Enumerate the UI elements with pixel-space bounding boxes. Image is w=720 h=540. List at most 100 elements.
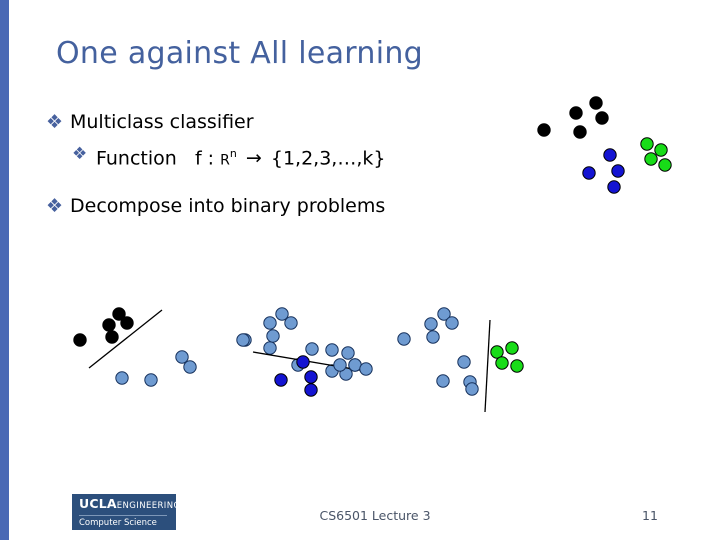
data-point — [658, 158, 672, 172]
bullet-diamond-icon: ❖ — [46, 195, 64, 218]
data-point — [333, 358, 347, 372]
logo-engineering-text: ENGINEERING — [116, 501, 181, 511]
data-point — [266, 329, 280, 343]
data-point — [465, 382, 479, 396]
data-point — [296, 355, 310, 369]
decision-boundary-line — [484, 319, 491, 413]
left-accent-stripe — [0, 0, 9, 540]
data-point — [348, 358, 362, 372]
footer-page-number: 11 — [642, 508, 658, 523]
data-point — [654, 143, 668, 157]
data-point — [510, 359, 524, 373]
data-point — [457, 355, 471, 369]
function-signature-name: f : — [194, 147, 215, 170]
series-negative-rest — [397, 307, 479, 396]
data-point — [611, 164, 625, 178]
data-point — [291, 358, 305, 372]
series-negative-rest — [115, 333, 362, 387]
logo-divider — [79, 515, 167, 516]
data-point — [183, 360, 197, 374]
data-point — [175, 350, 189, 364]
data-point — [589, 96, 603, 110]
data-point — [595, 111, 609, 125]
series-positive-blue — [274, 355, 318, 397]
logo-top-line: UCLAENGINEERING — [79, 496, 180, 513]
function-domain-exponent: n — [229, 147, 237, 160]
logo-ucla-text: UCLA — [79, 496, 117, 511]
data-point — [325, 343, 339, 357]
ucla-engineering-logo: UCLAENGINEERING Computer Science — [72, 494, 180, 530]
bullet-item-function: ❖ Function f : Rn → {1,2,3,…,k} — [46, 140, 516, 174]
data-point — [397, 332, 411, 346]
data-point — [263, 341, 277, 355]
data-point — [348, 358, 362, 372]
data-point — [274, 373, 288, 387]
data-point — [445, 316, 459, 330]
series-positive-green — [490, 341, 524, 373]
data-point — [120, 316, 134, 330]
bullet-diamond-icon: ❖ — [72, 144, 88, 164]
data-point — [325, 364, 339, 378]
chart-overview-scatter — [537, 96, 672, 194]
data-point — [263, 316, 277, 330]
data-point — [305, 342, 319, 356]
data-point — [238, 333, 252, 347]
data-point — [424, 317, 438, 331]
data-point — [582, 166, 596, 180]
data-point — [73, 333, 87, 347]
data-point — [607, 180, 621, 194]
data-point — [275, 307, 289, 321]
data-point — [115, 371, 129, 385]
bullet-item-multiclass-classifier: ❖ Multiclass classifier — [46, 108, 516, 136]
bullet-item-label: Multiclass classifier — [70, 111, 254, 133]
function-codomain: {1,2,3,…,k} — [270, 147, 386, 170]
function-domain: R — [220, 152, 230, 169]
bullet-item-label: Decompose into binary problems — [70, 195, 386, 218]
data-point — [426, 330, 440, 344]
data-point — [644, 152, 658, 166]
data-point — [640, 137, 654, 151]
data-point — [490, 345, 504, 359]
data-point — [236, 333, 250, 347]
chart-panel-1-black-vs-rest — [73, 307, 362, 387]
data-point — [436, 374, 450, 388]
data-point — [359, 362, 373, 376]
series-class-black — [537, 96, 609, 139]
bullet-list: ❖ Multiclass classifier ❖ Function f : R… — [46, 108, 516, 222]
bullet-item-label: Function f : Rn → {1,2,3,…,k} — [96, 140, 385, 174]
page-title: One against All learning — [56, 36, 424, 71]
function-word: Function — [96, 147, 177, 170]
decision-boundary-line — [88, 309, 163, 369]
decision-boundary-line — [252, 351, 366, 372]
data-point — [603, 148, 617, 162]
data-point — [304, 383, 318, 397]
data-point — [505, 341, 519, 355]
data-point — [339, 367, 353, 381]
bullet-diamond-icon: ❖ — [46, 111, 64, 133]
right-arrow-icon: → — [245, 147, 262, 170]
data-point — [495, 356, 509, 370]
data-point — [341, 346, 355, 360]
slide-canvas: One against All learning ❖ Multiclass cl… — [0, 0, 720, 540]
data-point — [463, 375, 477, 389]
data-point — [144, 373, 158, 387]
data-point — [537, 123, 551, 137]
footer-course-label: CS6501 Lecture 3 — [319, 508, 431, 523]
data-point — [573, 125, 587, 139]
data-point — [437, 307, 451, 321]
chart-panel-3-green-vs-rest — [397, 307, 524, 413]
data-point — [105, 330, 119, 344]
series-positive-black — [73, 307, 134, 347]
series-class-blue — [582, 148, 625, 194]
series-negative-rest — [236, 307, 373, 376]
data-point — [304, 370, 318, 384]
chart-panel-2-blue-vs-rest — [236, 307, 373, 397]
data-point — [112, 307, 126, 321]
bullet-item-decompose: ❖ Decompose into binary problems — [46, 192, 516, 220]
logo-department-text: Computer Science — [79, 518, 157, 528]
data-point — [102, 318, 116, 332]
series-class-green — [640, 137, 672, 172]
data-point — [284, 316, 298, 330]
scatter-plots-layer — [73, 96, 672, 413]
data-point — [569, 106, 583, 120]
